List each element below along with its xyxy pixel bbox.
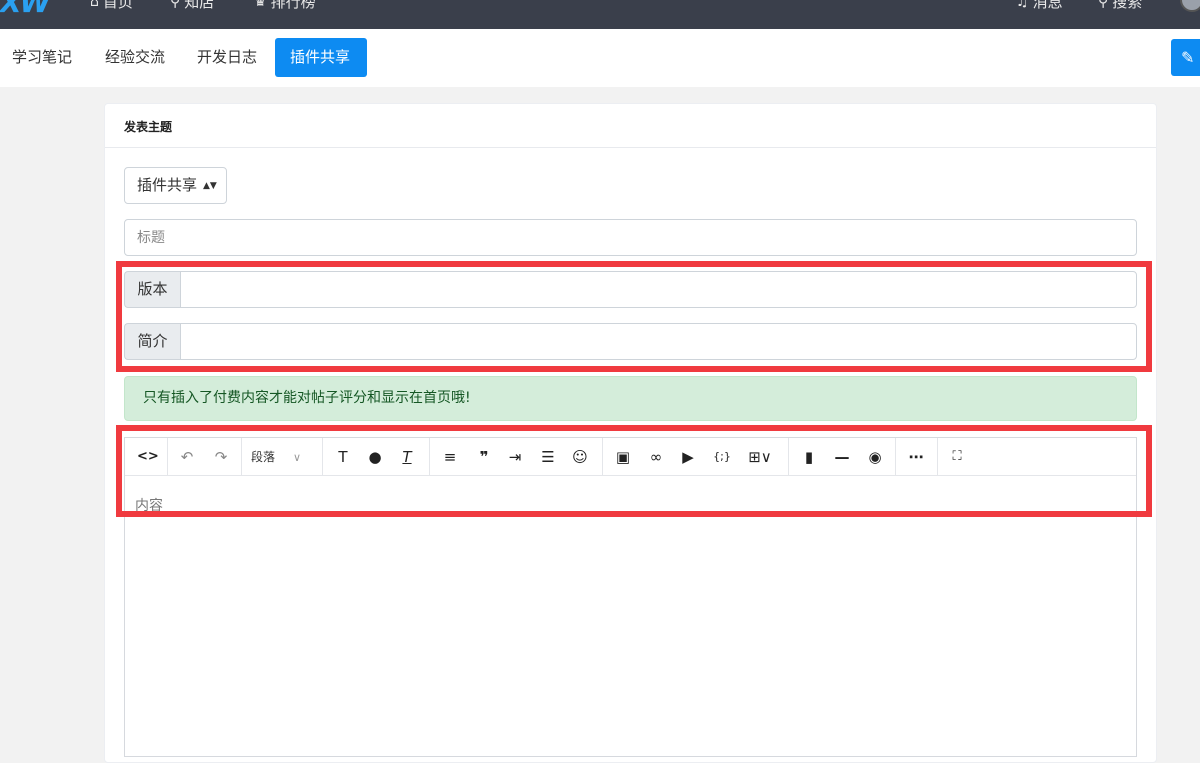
- indent-icon[interactable]: ⇥: [506, 446, 524, 468]
- color-drop-icon[interactable]: ●: [367, 446, 383, 468]
- nav-item-label: 排行榜: [270, 0, 316, 11]
- category-select-value: 插件共享: [137, 176, 198, 194]
- trophy-icon: ♛: [254, 0, 267, 10]
- rich-text-editor: <> ↶ ↷ 段落 ∨ T ● T ≡ ❞ ⇥ ☰ ☺ ▣ ∞ ▶ {;} ⊞∨ …: [124, 437, 1137, 757]
- list-icon[interactable]: ☰: [539, 446, 557, 468]
- toolbar-divider: [241, 438, 242, 476]
- tab-study-notes[interactable]: 学习笔记: [0, 38, 84, 77]
- user-avatar[interactable]: [1180, 0, 1200, 12]
- toolbar-divider: [429, 438, 430, 476]
- undo-icon[interactable]: ↶: [177, 446, 197, 468]
- nav-item-ranking[interactable]: ♛ 排行榜: [254, 0, 316, 12]
- toolbar-divider: [602, 438, 603, 476]
- card-title: 发表主题: [124, 120, 173, 134]
- summary-addon-label: 简介: [124, 323, 180, 360]
- editor-toolbar: <> ↶ ↷ 段落 ∨ T ● T ≡ ❞ ⇥ ☰ ☺ ▣ ∞ ▶ {;} ⊞∨ …: [125, 438, 1136, 476]
- content-placeholder[interactable]: 内容: [135, 495, 163, 515]
- version-input[interactable]: [180, 271, 1137, 308]
- tab-plugin-share[interactable]: 插件共享: [275, 38, 367, 77]
- home-icon: ⌂: [90, 0, 99, 10]
- code-view-icon[interactable]: <>: [137, 446, 159, 468]
- link-icon[interactable]: ∞: [647, 446, 665, 468]
- toolbar-divider: [937, 438, 938, 476]
- summary-input-group: 简介: [124, 323, 1137, 360]
- paragraph-select-value: 段落: [251, 450, 276, 464]
- category-select[interactable]: 插件共享 ▲▼: [124, 167, 227, 204]
- tab-dev-log[interactable]: 开发日志: [185, 38, 269, 77]
- toolbar-divider: [322, 438, 323, 476]
- redo-icon[interactable]: ↷: [211, 446, 231, 468]
- table-icon[interactable]: ⊞∨: [743, 446, 777, 468]
- top-navbar: XW ⌂ 首页 ⚲ 知店 ♛ 排行榜 ♫ 消息 ⚲ 搜索: [0, 0, 1200, 29]
- new-post-button[interactable]: ✎: [1171, 39, 1200, 76]
- align-icon[interactable]: ≡: [441, 446, 459, 468]
- fullscreen-icon[interactable]: ⛶: [947, 446, 967, 468]
- tab-experience-exchange[interactable]: 经验交流: [93, 38, 177, 77]
- toolbar-divider: [167, 438, 168, 476]
- nav-item-search[interactable]: ⚲ 搜索: [1098, 0, 1142, 12]
- preview-eye-icon[interactable]: ◉: [864, 446, 886, 468]
- code-block-icon[interactable]: {;}: [711, 446, 733, 468]
- version-addon-label: 版本: [124, 271, 180, 308]
- summary-input[interactable]: [180, 323, 1137, 360]
- nav-item-label: 搜索: [1112, 0, 1143, 11]
- more-icon[interactable]: ⋯: [906, 446, 926, 468]
- site-logo[interactable]: XW: [0, 0, 60, 20]
- blockquote-icon[interactable]: ❞: [475, 446, 493, 468]
- toolbar-divider: [788, 438, 789, 476]
- chevron-down-icon: ∨: [293, 451, 302, 464]
- clear-format-icon[interactable]: T: [399, 446, 415, 468]
- image-icon[interactable]: ▣: [613, 446, 633, 468]
- nav-item-home[interactable]: ⌂ 首页: [90, 0, 133, 12]
- nav-item-messages[interactable]: ♫ 消息: [1016, 0, 1063, 12]
- emoji-icon[interactable]: ☺: [571, 446, 589, 468]
- bell-icon: ♫: [1016, 0, 1029, 10]
- nav-item-label: 知店: [184, 0, 215, 11]
- version-input-group: 版本: [124, 271, 1137, 308]
- text-format-icon[interactable]: T: [335, 446, 351, 468]
- title-input[interactable]: [124, 219, 1137, 256]
- nav-item-label: 首页: [102, 0, 133, 11]
- card-header: 发表主题: [105, 104, 1156, 148]
- toolbar-divider: [895, 438, 896, 476]
- select-caret-icon: ▲▼: [203, 181, 217, 191]
- search-icon: ⚲: [1098, 0, 1109, 10]
- horizontal-rule-icon[interactable]: —: [833, 446, 851, 468]
- paragraph-select[interactable]: 段落 ∨: [251, 446, 301, 468]
- video-icon[interactable]: ▶: [679, 446, 697, 468]
- edit-icon: ✎: [1181, 48, 1195, 67]
- nav-item-label: 消息: [1032, 0, 1063, 11]
- link-icon: ⚲: [170, 0, 181, 10]
- paid-content-alert: 只有插入了付费内容才能对帖子评分和显示在首页哦!: [124, 376, 1137, 421]
- category-tabs-bar: 学习笔记 经验交流 开发日志 插件共享 ✎: [0, 29, 1200, 87]
- bookmark-icon[interactable]: ▮: [801, 446, 817, 468]
- nav-item-store[interactable]: ⚲ 知店: [170, 0, 214, 12]
